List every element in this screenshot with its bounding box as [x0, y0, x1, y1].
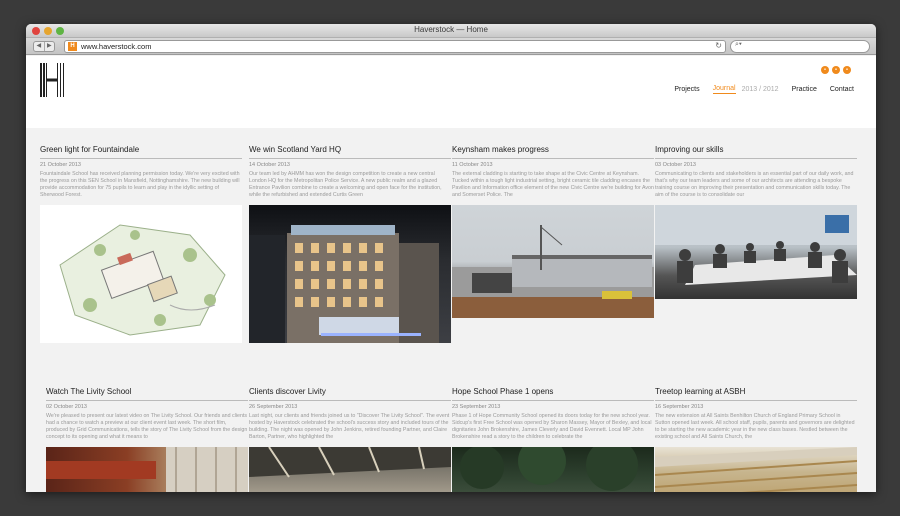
- journal-card[interactable]: Hope School Phase 1 opens 23 September 2…: [452, 387, 654, 492]
- post-excerpt: The external cladding is starting to tak…: [452, 171, 654, 198]
- journal-card[interactable]: Keynsham makes progress 11 October 2013 …: [452, 145, 654, 318]
- site-header: • • • Projects Journal 2013 / 2012 Pract…: [26, 56, 876, 128]
- post-title[interactable]: Keynsham makes progress: [452, 145, 654, 157]
- site-plan-image[interactable]: [40, 205, 242, 343]
- divider: [249, 158, 451, 159]
- post-date: 21 October 2013: [40, 162, 81, 168]
- email-icon[interactable]: •: [843, 66, 851, 74]
- journal-card[interactable]: Green light for Fountaindale 21 October …: [40, 145, 242, 343]
- divider: [655, 400, 857, 401]
- divider: [655, 158, 857, 159]
- browser-window: Haverstock — Home ◀ ▶ H www.haverstock.c…: [26, 24, 876, 492]
- journal-card[interactable]: We win Scotland Yard HQ 14 October 2013 …: [249, 145, 451, 343]
- nav-projects[interactable]: Projects: [674, 86, 699, 93]
- post-title[interactable]: Watch The Livity School: [46, 387, 248, 399]
- post-title[interactable]: Clients discover Livity: [249, 387, 451, 399]
- training-meeting-image[interactable]: [655, 205, 857, 299]
- post-excerpt: Our team led by AHMM has won the design …: [249, 171, 442, 198]
- post-date: 16 September 2013: [655, 404, 704, 410]
- journal-card[interactable]: Improving our skills 03 October 2013 Com…: [655, 145, 857, 299]
- journal-card[interactable]: Watch The Livity School 02 October 2013 …: [46, 387, 248, 492]
- post-excerpt: Phase 1 of Hope Community School opened …: [452, 413, 652, 440]
- reload-icon[interactable]: ↻: [715, 41, 722, 50]
- url-text[interactable]: www.haverstock.com: [81, 42, 151, 51]
- social-links: • • •: [821, 66, 851, 74]
- post-date: 14 October 2013: [249, 162, 290, 168]
- search-icon: ⌕▾: [735, 41, 742, 48]
- twitter-icon[interactable]: •: [832, 66, 840, 74]
- browser-toolbar: ◀ ▶ H www.haverstock.com ↻ ⌕▾: [26, 38, 876, 55]
- journal-card[interactable]: Clients discover Livity 26 September 201…: [249, 387, 451, 492]
- divider: [452, 158, 654, 159]
- post-title[interactable]: Treetop learning at ASBH: [655, 387, 857, 399]
- livity-school-image[interactable]: [46, 447, 248, 492]
- keynsham-construction-image[interactable]: [452, 205, 654, 318]
- journal-years[interactable]: 2013 / 2012: [742, 86, 779, 93]
- site-favicon: H: [68, 42, 77, 51]
- hope-school-image[interactable]: [452, 447, 654, 492]
- post-excerpt: Communicating to clients and stakeholder…: [655, 171, 854, 198]
- nav-practice[interactable]: Practice: [792, 86, 817, 93]
- post-title[interactable]: Improving our skills: [655, 145, 857, 157]
- divider: [46, 400, 248, 401]
- post-excerpt: Fountaindale School has received plannin…: [40, 171, 240, 198]
- post-excerpt: The new extension at All Saints Benhilto…: [655, 413, 855, 440]
- asbh-canopy-image[interactable]: [655, 447, 857, 492]
- post-date: 03 October 2013: [655, 162, 696, 168]
- search-field[interactable]: ⌕▾: [730, 40, 870, 53]
- title-bar: Haverstock — Home: [26, 24, 876, 38]
- post-date: 11 October 2013: [452, 162, 493, 168]
- post-title[interactable]: Hope School Phase 1 opens: [452, 387, 654, 399]
- scotland-yard-render-image[interactable]: [249, 205, 451, 343]
- post-date: 02 October 2013: [46, 404, 87, 410]
- divider: [452, 400, 654, 401]
- nav-contact[interactable]: Contact: [830, 86, 854, 93]
- window-title: Haverstock — Home: [414, 25, 488, 34]
- haverstock-logo[interactable]: [40, 63, 72, 97]
- livity-interior-image[interactable]: [249, 447, 451, 492]
- post-excerpt: We're pleased to present our latest vide…: [46, 413, 248, 440]
- post-date: 23 September 2013: [452, 404, 501, 410]
- rss-icon[interactable]: •: [821, 66, 829, 74]
- post-date: 26 September 2013: [249, 404, 298, 410]
- post-title[interactable]: We win Scotland Yard HQ: [249, 145, 451, 157]
- web-page: • • • Projects Journal 2013 / 2012 Pract…: [26, 56, 876, 492]
- divider: [249, 400, 451, 401]
- nav-journal[interactable]: Journal: [712, 85, 736, 94]
- left-arrow-icon[interactable]: ◀: [34, 42, 44, 51]
- post-title[interactable]: Green light for Fountaindale: [40, 145, 242, 157]
- main-nav: Projects Journal 2013 / 2012 Practice Co…: [661, 85, 854, 94]
- history-buttons: ◀ ▶: [33, 41, 55, 52]
- journal-card[interactable]: Treetop learning at ASBH 16 September 20…: [655, 387, 857, 492]
- post-excerpt: Last night, our clients and friends join…: [249, 413, 450, 440]
- address-bar[interactable]: H www.haverstock.com ↻: [64, 40, 726, 53]
- right-arrow-icon[interactable]: ▶: [43, 42, 55, 51]
- divider: [40, 158, 242, 159]
